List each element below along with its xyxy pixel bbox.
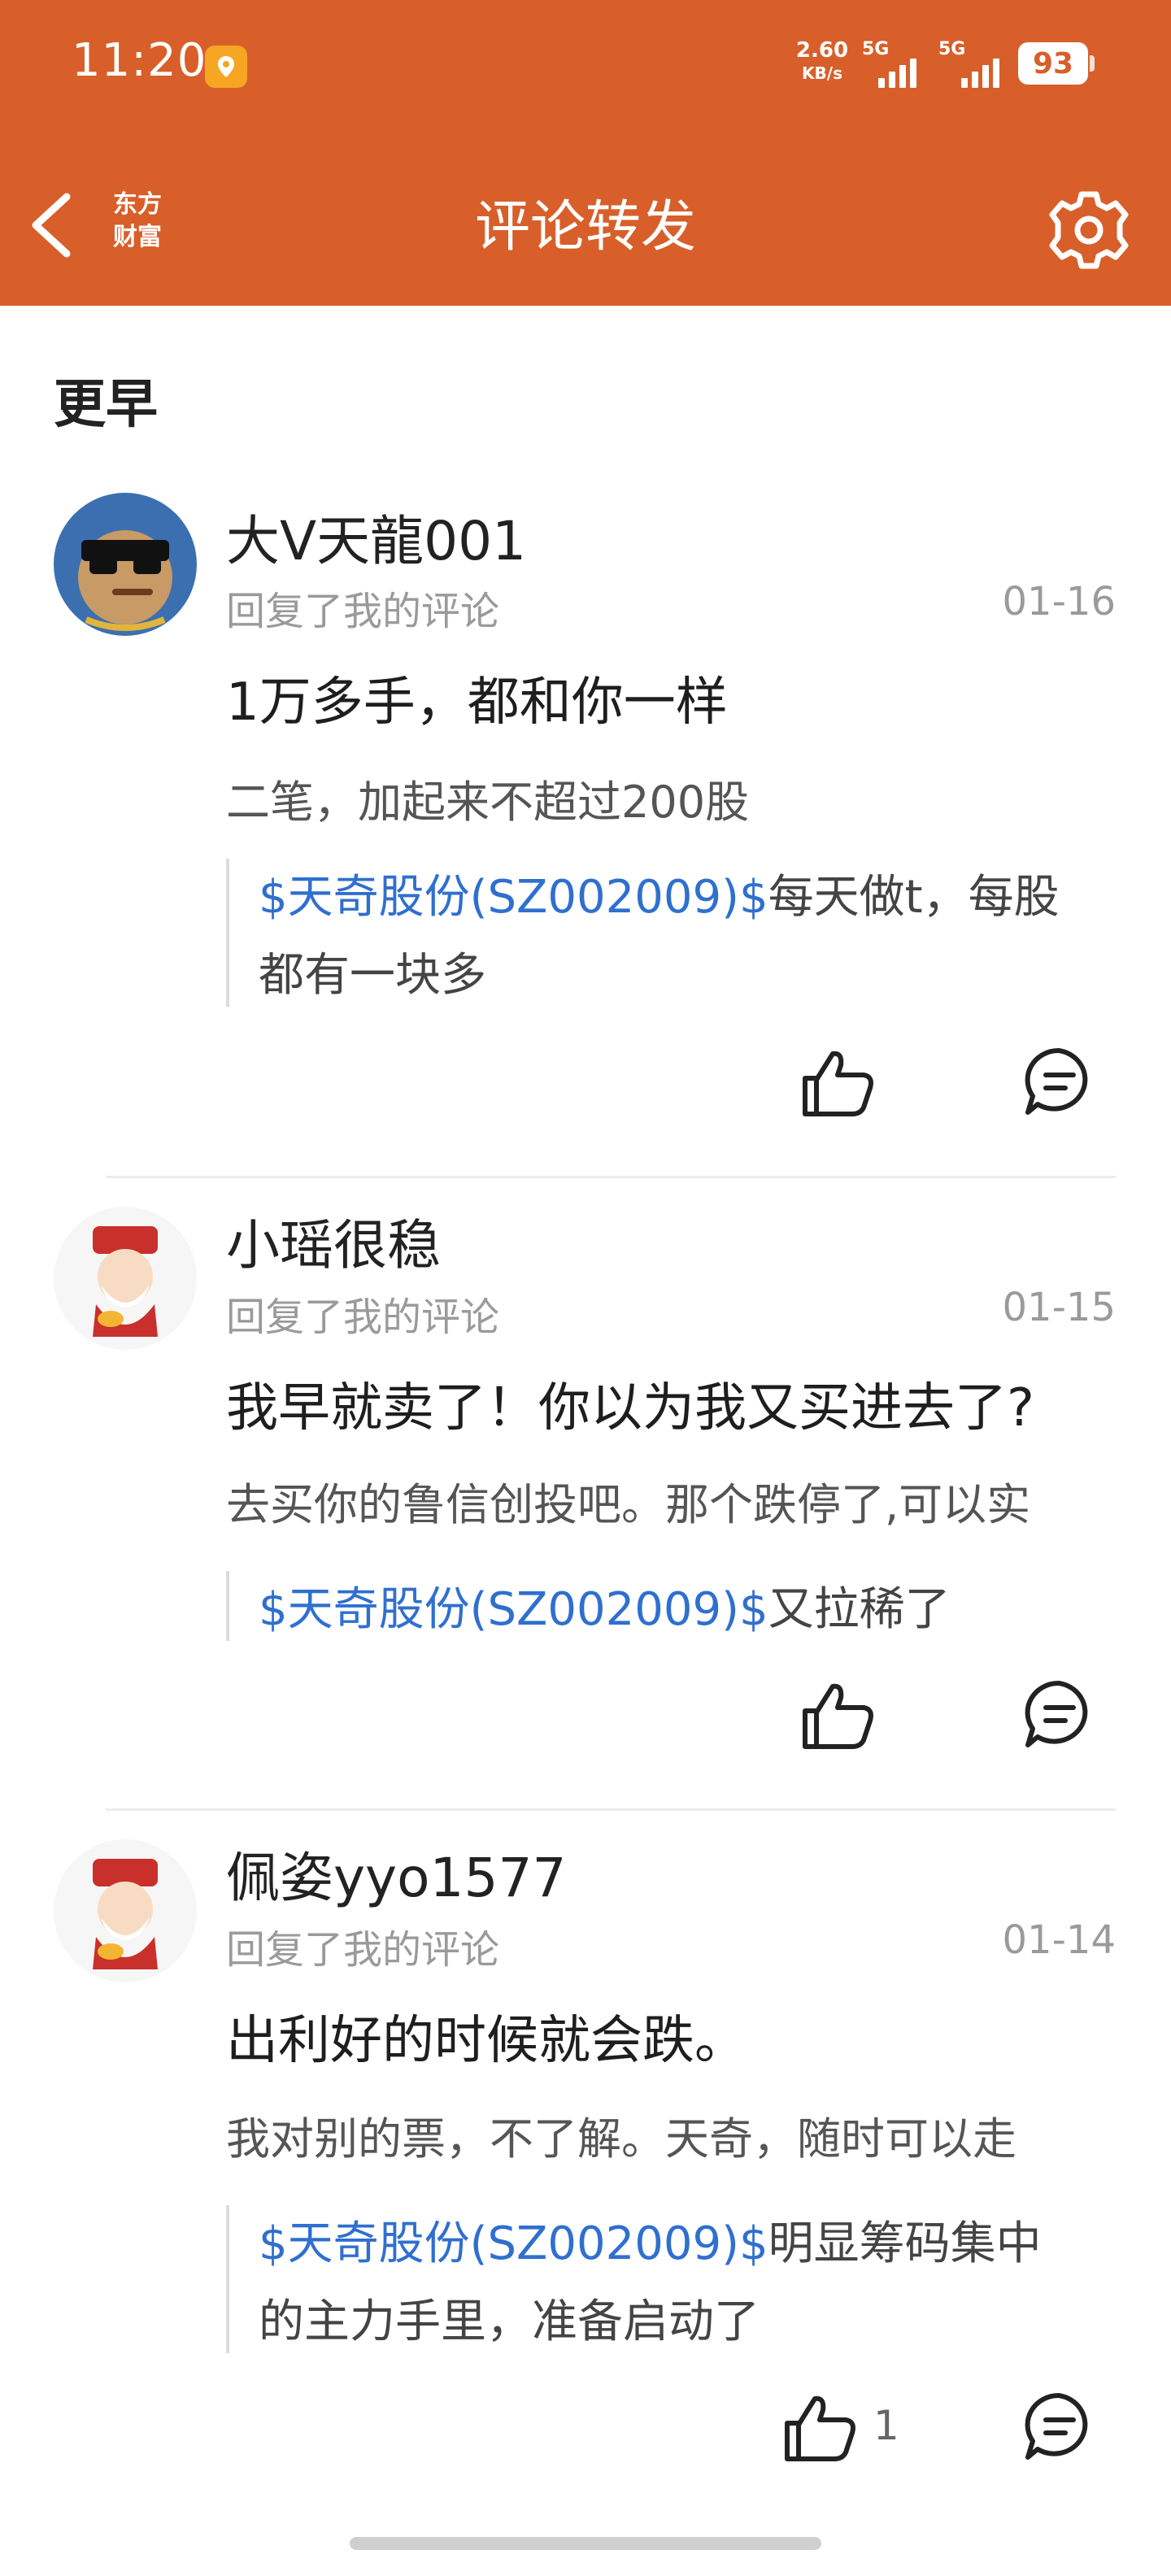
network-speed: 2.60 KB/s [794,39,851,85]
signal-strength-1: 5G [862,39,927,91]
maps-pin-icon [205,46,247,88]
like-button[interactable] [799,1042,880,1124]
quote-text: 又拉稀了 [768,1583,951,1636]
comment-button[interactable] [1020,2387,1098,2465]
reply-text[interactable]: 我早就卖了！你以为我又买进去了? [226,1366,1116,1441]
stock-link[interactable]: $天奇股份(SZ002009)$ [259,2217,768,2270]
username[interactable]: 小瑶很稳 [226,1202,441,1280]
quoted-comment[interactable]: $天奇股份(SZ002009)$又拉稀了 [226,1571,1116,1641]
quoted-comment[interactable]: $天奇股份(SZ002009)$明显筹码集中 的主力手里，准备启动了 [226,2205,1116,2353]
comment-button[interactable] [1020,1042,1098,1120]
reply-context: 二笔，加起来不超过200股 [226,777,750,828]
signal-bars-icon [878,59,916,88]
comment-icon [1025,1680,1088,1747]
back-button[interactable] [24,189,81,262]
action-text: 回复了我的评论 [226,589,500,634]
reply-text[interactable]: 出利好的时候就会跌。 [226,1999,1116,2073]
quote-text-line-2: 都有一块多 [259,949,486,1002]
signal-2-label: 5G [938,39,966,59]
logo-line-2: 财富 [113,223,162,251]
thumbs-up-icon [785,2395,855,2461]
action-text: 回复了我的评论 [226,1927,500,1973]
battery-tip [1090,55,1095,72]
app-header: 11:20 2.60 KB/s 5G 5G 93 东方 财富 评论转发 [0,0,1171,306]
page-title: 评论转发 [474,195,696,259]
date: 01-14 [1002,1917,1116,1963]
avatar[interactable] [54,1207,197,1350]
reply-context: 我对别的票，不了解。天奇，随时可以走 [226,2113,1016,2165]
status-bar: 11:20 2.60 KB/s 5G 5G 93 [0,0,1171,130]
comment-button[interactable] [1020,1675,1098,1753]
quoted-comment[interactable]: $天奇股份(SZ002009)$每天做t，每股 都有一块多 [226,859,1116,1007]
comment-icon [1025,1047,1088,1115]
date: 01-15 [1002,1285,1116,1330]
reply-context: 去买你的鲁信创投吧。那个跌停了,可以实 [226,1479,1031,1530]
network-speed-unit: KB/s [802,63,842,83]
thumbs-up-icon [803,1051,873,1116]
quote-text-line-2: 的主力手里，准备启动了 [259,2295,760,2348]
divider [106,1176,1116,1178]
like-button[interactable] [781,2387,862,2469]
settings-button[interactable] [1044,185,1134,275]
quote-text: 每天做t，每股 [768,871,1060,924]
username[interactable]: 佩姿yyo1577 [226,1834,566,1912]
thumbs-up-icon [803,1683,873,1749]
battery-indicator: 93 [1018,42,1088,85]
section-title: 更早 [54,375,158,435]
avatar[interactable] [54,493,197,636]
gear-icon [1049,191,1129,269]
logo-line-1: 东方 [113,190,162,219]
action-text: 回复了我的评论 [226,1295,500,1340]
signal-1-label: 5G [862,39,890,59]
quote-text: 明显筹码集中 [768,2217,1042,2270]
network-speed-value: 2.60 [795,38,849,63]
comment-icon [1025,2392,1088,2460]
app-logo[interactable]: 东方 财富 [104,189,171,257]
username[interactable]: 大V天龍001 [226,498,526,576]
stock-link[interactable]: $天奇股份(SZ002009)$ [259,1583,768,1636]
home-indicator[interactable] [350,2537,821,2550]
stock-link[interactable]: $天奇股份(SZ002009)$ [259,871,768,924]
avatar[interactable] [54,1839,197,1982]
chevron-left-icon [32,193,71,258]
date: 01-16 [1002,579,1116,624]
like-count: 1 [873,2402,899,2449]
reply-text[interactable]: 1万多手，都和你一样 [226,660,1116,735]
signal-strength-2: 5G [938,39,1012,91]
divider [106,1808,1116,1811]
status-time: 11:20 [72,34,207,87]
signal-bars-icon [961,59,999,88]
like-button[interactable] [799,1675,880,1756]
